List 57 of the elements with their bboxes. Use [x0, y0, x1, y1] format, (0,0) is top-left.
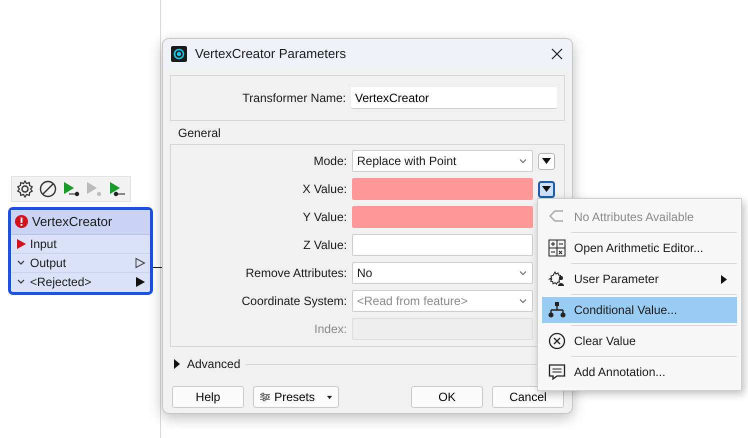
triangle-icon [542, 186, 551, 192]
dropdown-field[interactable]: No [352, 262, 533, 284]
chevron-icon [518, 268, 528, 278]
presets-button[interactable]: Presets [253, 386, 339, 408]
menu-item[interactable]: Add Annotation... [542, 359, 737, 385]
field-label: Coordinate System: [240, 293, 347, 310]
menu-item: No Attributes Available [542, 204, 737, 230]
clear-icon [548, 332, 566, 350]
caret-icon [326, 394, 332, 400]
chevron-icon [518, 156, 528, 166]
node-title: VertexCreator [32, 213, 112, 231]
gear-icon[interactable] [15, 179, 35, 199]
dialog-button[interactable]: Help [172, 386, 244, 408]
sliders-icon [260, 391, 270, 403]
port-label: Input [30, 236, 58, 252]
window-title: VertexCreator Parameters [195, 45, 348, 64]
name-field[interactable]: VertexCreator [351, 87, 557, 109]
menu-item[interactable]: Conditional Value... [542, 297, 737, 323]
text-field[interactable] [352, 206, 533, 228]
text-field[interactable] [352, 178, 533, 200]
disable-icon[interactable] [38, 179, 58, 199]
text-field[interactable] [352, 234, 533, 256]
connector-line [152, 267, 162, 268]
field-label: Transformer Name: [241, 90, 346, 107]
output-port-icon[interactable] [134, 276, 146, 288]
menu-item[interactable]: User Parameter [542, 266, 737, 292]
comment-icon [548, 363, 566, 381]
triangle-icon [542, 158, 551, 164]
port-label: Output [30, 254, 68, 272]
dialog-button[interactable]: OK [411, 386, 483, 408]
menu-item[interactable]: Clear Value [542, 328, 737, 354]
close-icon[interactable] [550, 47, 564, 61]
run-to-icon[interactable] [61, 179, 81, 199]
dropdown-field[interactable]: Replace with Point [352, 150, 533, 172]
field-label: Index: [313, 321, 347, 338]
input-port-icon [15, 238, 27, 250]
transformer-node[interactable]: VertexCreator Input Output <Rejected> [8, 207, 153, 294]
calculator-icon [548, 239, 566, 257]
field-label: Y Value: [302, 209, 347, 226]
app-icon [171, 46, 187, 62]
field-label: X Value: [302, 181, 347, 198]
group-title: General [177, 125, 222, 142]
output-port-icon[interactable] [134, 256, 146, 268]
section-toggle[interactable]: Advanced [187, 355, 240, 373]
dialog-button[interactable]: Cancel [492, 386, 564, 408]
run-from-icon[interactable] [107, 179, 127, 199]
chevron-icon [518, 296, 528, 306]
menu-button[interactable] [538, 152, 555, 170]
hierarchy-icon [548, 301, 566, 319]
field-label: Mode: [312, 153, 347, 170]
expand-icon[interactable] [173, 359, 181, 369]
gear-person-icon [548, 270, 566, 288]
field-label: Z Value: [302, 237, 347, 254]
field-label: Remove Attributes: [244, 265, 347, 282]
port-label: <Rejected> [30, 274, 92, 291]
menu-button[interactable] [538, 180, 555, 198]
menu-item[interactable]: Open Arithmetic Editor... [542, 235, 737, 261]
